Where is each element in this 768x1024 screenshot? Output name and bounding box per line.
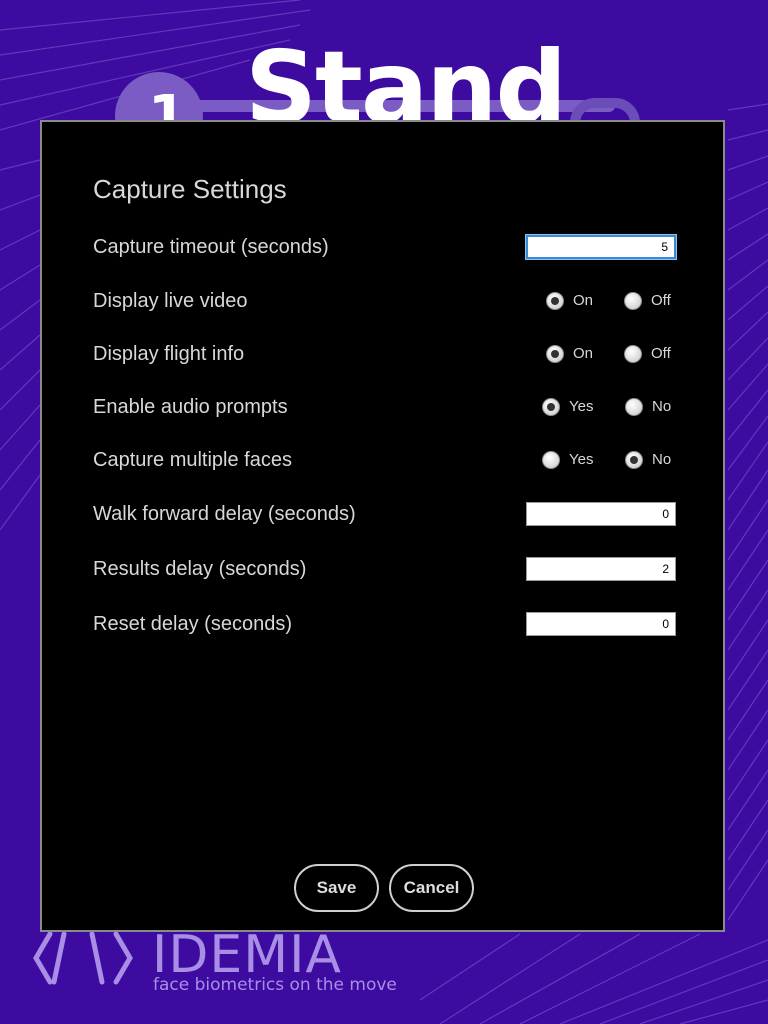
- radio-label: On: [573, 292, 594, 309]
- radio-checked-icon[interactable]: [625, 451, 643, 469]
- capture-timeout-input[interactable]: [526, 235, 676, 259]
- save-button[interactable]: Save: [294, 864, 379, 912]
- walk-forward-delay-label: Walk forward delay (seconds): [93, 503, 356, 525]
- reset-delay-input[interactable]: [526, 612, 676, 636]
- dialog-title: Capture Settings: [93, 174, 287, 204]
- radio-label: Off: [651, 345, 671, 362]
- display-flight-info-label: Display flight info: [93, 343, 245, 365]
- capture-multiple-faces-row: Capture multiple faces Yes No: [93, 447, 676, 477]
- cancel-button[interactable]: Cancel: [389, 864, 474, 912]
- capture-timeout-row: Capture timeout (seconds): [93, 234, 676, 264]
- brand-tagline: face biometrics on the move: [153, 975, 397, 995]
- radio-unchecked-icon[interactable]: [624, 292, 642, 310]
- idemia-logo-icon: [33, 931, 133, 985]
- walk-forward-delay-input[interactable]: [526, 502, 676, 526]
- reset-delay-row: Reset delay (seconds): [93, 611, 676, 641]
- radio-checked-icon[interactable]: [546, 292, 564, 310]
- radio-label: On: [573, 345, 594, 362]
- radio-label: Yes: [569, 398, 594, 415]
- results-delay-row: Results delay (seconds): [93, 556, 676, 586]
- reset-delay-label: Reset delay (seconds): [93, 613, 292, 635]
- results-delay-label: Results delay (seconds): [93, 558, 307, 580]
- enable-audio-prompts-radio-group: Yes No: [542, 397, 676, 421]
- capture-settings-dialog: Capture Settings Capture timeout (second…: [40, 120, 725, 932]
- display-flight-info-row: Display flight info On Off: [93, 341, 676, 371]
- radio-checked-icon[interactable]: [546, 345, 564, 363]
- enable-audio-prompts-row: Enable audio prompts Yes No: [93, 394, 676, 424]
- enable-audio-prompts-label: Enable audio prompts: [93, 396, 288, 418]
- radio-unchecked-icon[interactable]: [542, 451, 560, 469]
- capture-timeout-label: Capture timeout (seconds): [93, 236, 329, 258]
- display-live-video-label: Display live video: [93, 290, 248, 312]
- results-delay-input[interactable]: [526, 557, 676, 581]
- display-live-video-row: Display live video On Off: [93, 288, 676, 318]
- walk-forward-delay-row: Walk forward delay (seconds): [93, 501, 676, 531]
- radio-unchecked-icon[interactable]: [625, 398, 643, 416]
- radio-label: No: [652, 398, 672, 415]
- display-live-video-radio-group: On Off: [546, 291, 676, 315]
- capture-multiple-faces-radio-group: Yes No: [542, 450, 676, 474]
- radio-checked-icon[interactable]: [542, 398, 560, 416]
- radio-unchecked-icon[interactable]: [624, 345, 642, 363]
- radio-label: Yes: [569, 451, 594, 468]
- radio-label: No: [652, 451, 672, 468]
- display-flight-info-radio-group: On Off: [546, 344, 676, 368]
- capture-multiple-faces-label: Capture multiple faces: [93, 449, 292, 471]
- radio-label: Off: [651, 292, 671, 309]
